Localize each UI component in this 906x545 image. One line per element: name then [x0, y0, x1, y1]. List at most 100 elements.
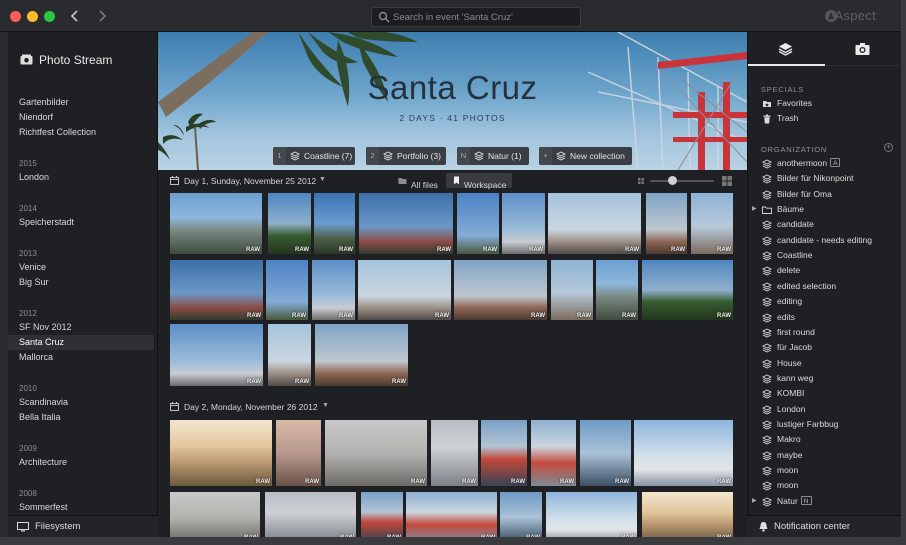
close-window-button[interactable]: [10, 11, 21, 22]
photo-thumbnail[interactable]: RAW: [312, 260, 355, 320]
collection-coastline-button[interactable]: 1 Coastline (7): [273, 147, 355, 165]
search-field[interactable]: Search in event 'Santa Cruz': [371, 7, 581, 27]
event-item[interactable]: London: [8, 170, 154, 185]
photo-thumbnail[interactable]: RAW: [548, 193, 641, 254]
photo-thumbnail[interactable]: RAW: [170, 420, 272, 486]
photo-thumbnail[interactable]: RAW: [268, 193, 311, 254]
photo-thumbnail[interactable]: RAW: [642, 492, 733, 537]
photo-thumbnail[interactable]: RAW: [502, 193, 545, 254]
event-item[interactable]: Scandinavia: [8, 395, 154, 410]
back-button[interactable]: [66, 7, 84, 25]
event-item[interactable]: Speicherstadt: [8, 215, 154, 230]
organization-item[interactable]: für Jacob: [748, 340, 902, 355]
photo-thumbnail[interactable]: RAW: [634, 420, 733, 486]
organization-item[interactable]: kann weg: [748, 371, 902, 386]
photo-thumbnail[interactable]: RAW: [454, 260, 547, 320]
organization-item[interactable]: candidate - needs editing: [748, 233, 902, 248]
event-item[interactable]: Big Sur: [8, 275, 154, 290]
collection-natur-button[interactable]: N Natur (1): [457, 147, 529, 165]
notification-center-button[interactable]: Notification center: [747, 515, 901, 537]
photo-thumbnail[interactable]: RAW: [170, 492, 260, 537]
photo-thumbnail[interactable]: RAW: [691, 193, 733, 254]
organization-item[interactable]: anothermoon A: [748, 156, 902, 171]
photo-thumbnail[interactable]: RAW: [276, 420, 321, 486]
zoom-slider-thumb[interactable]: [668, 176, 678, 185]
event-item[interactable]: Gartenbilder: [8, 95, 154, 110]
organization-item[interactable]: moon: [748, 463, 902, 478]
new-collection-button[interactable]: + New collection: [539, 147, 632, 165]
organization-item[interactable]: ▶ Bäume: [748, 202, 902, 217]
event-item[interactable]: Architecture: [8, 455, 154, 470]
organization-item[interactable]: Bilder für Oma: [748, 187, 902, 202]
disclosure-arrow-icon[interactable]: ▶: [752, 494, 757, 509]
organization-item[interactable]: edits: [748, 310, 902, 325]
zoom-window-button[interactable]: [44, 11, 55, 22]
minimize-window-button[interactable]: [27, 11, 38, 22]
chevron-down-icon[interactable]: ▼: [319, 176, 326, 183]
photo-thumbnail[interactable]: RAW: [315, 324, 408, 386]
event-item[interactable]: Bella Italia: [8, 410, 154, 425]
organization-item[interactable]: first round: [748, 325, 902, 340]
photo-thumbnail[interactable]: RAW: [170, 193, 262, 254]
photo-thumbnail[interactable]: RAW: [325, 420, 427, 486]
chevron-down-icon[interactable]: ▼: [322, 402, 329, 409]
favorites-item[interactable]: Favorites: [748, 96, 902, 111]
photo-thumbnail[interactable]: RAW: [551, 260, 593, 320]
event-title[interactable]: Santa Cruz: [158, 69, 747, 107]
events-list[interactable]: Gartenbilder Niendorf Richtfest Collecti…: [8, 84, 158, 514]
photo-thumbnail[interactable]: RAW: [406, 492, 497, 537]
tab-collections[interactable]: [748, 32, 825, 66]
photo-thumbnail[interactable]: RAW: [431, 420, 478, 486]
photo-thumbnail[interactable]: RAW: [481, 420, 527, 486]
trash-item[interactable]: Trash: [748, 111, 902, 126]
forward-button[interactable]: [93, 7, 111, 25]
event-item[interactable]: Sommerfest: [8, 500, 154, 514]
photo-thumbnail[interactable]: RAW: [314, 193, 355, 254]
tab-camera[interactable]: [825, 32, 902, 66]
photo-thumbnail[interactable]: RAW: [265, 492, 356, 537]
photo-thumbnail[interactable]: RAW: [642, 260, 733, 320]
workspace-toggle[interactable]: Workspace: [446, 173, 512, 190]
search-input[interactable]: Search in event 'Santa Cruz': [393, 12, 513, 23]
photo-thumbnail[interactable]: RAW: [646, 193, 687, 254]
organization-item[interactable]: Coastline: [748, 248, 902, 263]
photo-stream-header[interactable]: Photo Stream: [8, 32, 158, 84]
photo-thumbnail[interactable]: RAW: [596, 260, 638, 320]
organization-item[interactable]: House: [748, 356, 902, 371]
organization-item[interactable]: London: [748, 402, 902, 417]
photo-thumbnail[interactable]: RAW: [266, 260, 308, 320]
organization-item[interactable]: maybe: [748, 448, 902, 463]
photo-thumbnail[interactable]: RAW: [358, 260, 451, 320]
photo-thumbnail[interactable]: RAW: [361, 492, 403, 537]
event-item-selected[interactable]: Santa Cruz: [8, 335, 154, 350]
photo-thumbnail[interactable]: RAW: [531, 420, 576, 486]
organization-item[interactable]: edited selection: [748, 279, 902, 294]
organization-item[interactable]: candidate: [748, 217, 902, 232]
filesystem-button[interactable]: Filesystem: [8, 515, 158, 537]
add-organization-icon[interactable]: +: [884, 143, 893, 152]
organization-item[interactable]: Bilder für Nikonpoint: [748, 171, 902, 186]
organization-item[interactable]: lustiger Farbbug: [748, 417, 902, 432]
organization-item[interactable]: editing: [748, 294, 902, 309]
event-item[interactable]: Niendorf: [8, 110, 154, 125]
organization-item[interactable]: KOMBI: [748, 386, 902, 401]
photo-thumbnail[interactable]: RAW: [170, 260, 263, 320]
collection-portfolio-button[interactable]: 2 Portfolio (3): [366, 147, 446, 165]
photo-thumbnail[interactable]: RAW: [268, 324, 311, 386]
organization-item[interactable]: delete: [748, 263, 902, 278]
zoom-slider[interactable]: [650, 180, 714, 182]
disclosure-arrow-icon[interactable]: ▶: [752, 202, 757, 217]
organization-item[interactable]: moon: [748, 478, 902, 493]
event-item[interactable]: SF Nov 2012: [8, 320, 154, 335]
event-item[interactable]: Mallorca: [8, 350, 154, 365]
event-item[interactable]: Richtfest Collection: [8, 125, 154, 140]
organization-item[interactable]: ▶ Natur N: [748, 494, 902, 509]
photo-thumbnail[interactable]: RAW: [546, 492, 637, 537]
photo-thumbnail[interactable]: RAW: [359, 193, 453, 254]
photo-thumbnail[interactable]: RAW: [457, 193, 499, 254]
day-title[interactable]: Day 2, Monday, November 26 2012: [184, 402, 318, 412]
organization-item[interactable]: Makro: [748, 432, 902, 447]
photo-thumbnail[interactable]: RAW: [170, 324, 263, 386]
photo-thumbnail[interactable]: RAW: [500, 492, 542, 537]
all-files-toggle[interactable]: All files: [396, 173, 444, 190]
